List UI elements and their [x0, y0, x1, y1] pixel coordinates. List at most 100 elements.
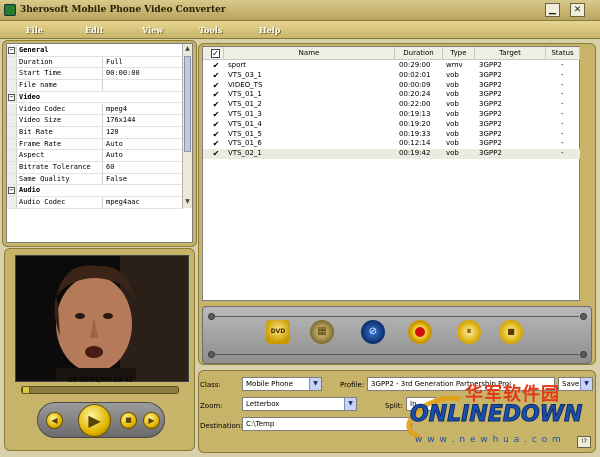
scroll-down-icon[interactable]: ▼: [183, 197, 192, 207]
row-checkbox[interactable]: ✔: [212, 130, 220, 139]
strip-rivet-icon: [208, 351, 215, 358]
output-settings: Class: Mobile Phone ▼ Profile: 3GPP2 - 3…: [198, 370, 596, 453]
cell-name: VTS_01_6: [228, 139, 262, 148]
header-target[interactable]: Target: [475, 47, 546, 60]
cell-target: 3GPP2: [479, 110, 502, 118]
class-select[interactable]: Mobile Phone ▼: [242, 377, 322, 391]
chevron-down-icon[interactable]: ▼: [580, 378, 592, 390]
row-checkbox[interactable]: ✔: [212, 91, 220, 99]
property-grid: − General Duration Full Start Time 00:00…: [6, 43, 193, 243]
cell-target: 3GPP2: [479, 100, 502, 109]
class-label: Class:: [200, 381, 221, 389]
stop-button[interactable]: ■: [120, 412, 137, 429]
cell-type: wmv: [446, 61, 463, 69]
select-all-checkbox[interactable]: ✓: [211, 49, 220, 58]
cell-status: -: [561, 61, 564, 69]
next-button[interactable]: ▶: [143, 412, 160, 429]
header-duration[interactable]: Duration: [395, 47, 443, 60]
load-dvd-button[interactable]: DVD: [266, 320, 290, 344]
add-video-button[interactable]: ▦: [310, 320, 334, 344]
cell-target: 3GPP2: [479, 61, 502, 69]
menu-file[interactable]: File: [26, 25, 43, 35]
table-row[interactable]: ✔ VTS_01_2 00:22:00 vob 3GPP2 -: [203, 100, 580, 110]
zoom-select[interactable]: Letterbox ▼: [242, 397, 357, 411]
category-video[interactable]: − Video: [7, 91, 183, 104]
profile-label: Profile:: [340, 381, 365, 389]
seek-thumb[interactable]: [22, 386, 30, 394]
row-checkbox[interactable]: ✔: [212, 120, 220, 129]
menu-tools[interactable]: Tools: [199, 25, 222, 35]
row-checkbox[interactable]: ✔: [212, 111, 220, 119]
prop-audio-codec[interactable]: Audio Codec mpeg4aac: [7, 197, 183, 209]
property-scrollbar[interactable]: ▲ ▼: [182, 44, 192, 208]
row-checkbox[interactable]: ✔: [212, 81, 220, 90]
cell-name: sport: [228, 61, 246, 69]
table-row[interactable]: ✔ VTS_01_4 00:19:20 vob 3GPP2 -: [203, 120, 580, 130]
row-checkbox[interactable]: ✔: [212, 71, 220, 80]
cell-target: 3GPP2: [479, 80, 502, 89]
chevron-down-icon[interactable]: ▼: [309, 378, 321, 390]
destination-input[interactable]: C:\Temp: [242, 417, 412, 431]
minimize-button[interactable]: ▁: [545, 3, 560, 17]
cell-duration: 00:02:01: [399, 70, 431, 79]
cell-name: VTS_01_3: [228, 110, 262, 118]
category-general[interactable]: − General: [7, 45, 183, 57]
cell-name: VTS_01_5: [228, 129, 262, 138]
header-name[interactable]: Name: [224, 47, 395, 60]
split-label: Split:: [385, 402, 403, 410]
prop-duration[interactable]: Duration Full: [7, 56, 183, 69]
header-status[interactable]: Status: [546, 47, 580, 60]
cell-status: -: [561, 90, 564, 99]
prop-video-codec[interactable]: Video Codec mpeg4: [7, 103, 183, 116]
table-row[interactable]: ✔ VTS_01_6 00:12:14 vob 3GPP2 -: [203, 139, 580, 149]
collapse-icon[interactable]: −: [8, 93, 15, 101]
help-button[interactable]: !?: [577, 436, 591, 448]
prop-same-quality[interactable]: Same Quality False: [7, 173, 183, 186]
play-button[interactable]: ▶: [78, 404, 111, 437]
remove-button[interactable]: ⊘: [361, 320, 385, 344]
prop-file-name[interactable]: File name: [7, 80, 183, 92]
cell-status: -: [561, 80, 564, 89]
chevron-down-icon[interactable]: ▼: [344, 398, 356, 410]
destination-label: Destination:: [200, 422, 243, 430]
prop-aspect[interactable]: Aspect Auto: [7, 150, 183, 162]
prop-bitrate-tolerance[interactable]: Bitrate Tolerance 60: [7, 162, 183, 174]
profile-select[interactable]: 3GPP2 - 3rd Generation Partnership Proj: [367, 377, 555, 391]
table-row[interactable]: ✔ VTS_01_1 00:20:24 vob 3GPP2 -: [203, 90, 580, 100]
table-row[interactable]: ✔ VTS_01_5 00:19:33 vob 3GPP2 -: [203, 130, 580, 140]
collapse-icon[interactable]: −: [8, 47, 15, 54]
stop-convert-button[interactable]: ■: [499, 320, 523, 344]
row-checkbox[interactable]: ✔: [212, 140, 220, 148]
table-row[interactable]: ✔ VTS_02_1 00:19:42 vob 3GPP2 -: [203, 149, 580, 159]
table-row[interactable]: ✔ VIDEO_TS 00:00:09 vob 3GPP2 -: [203, 81, 580, 91]
file-list-frame: ✓ Name Duration Type Target Status ✔ spor…: [198, 43, 596, 365]
header-check-column[interactable]: ✓: [203, 47, 224, 60]
collapse-icon[interactable]: −: [8, 187, 15, 195]
prop-frame-rate[interactable]: Frame Rate Auto: [7, 138, 183, 151]
split-input[interactable]: In: [406, 397, 436, 411]
table-row[interactable]: ✔ VTS_01_3 00:19:13 vob 3GPP2 -: [203, 110, 580, 120]
scroll-up-icon[interactable]: ▲: [183, 44, 192, 54]
seek-bar[interactable]: [21, 386, 179, 394]
close-button[interactable]: ✕: [570, 3, 585, 17]
row-checkbox[interactable]: ✔: [212, 62, 220, 70]
save-as-select[interactable]: Save As ▼: [558, 377, 593, 391]
previous-button[interactable]: ◀: [46, 412, 63, 429]
menu-view[interactable]: View: [142, 25, 163, 35]
menu-edit[interactable]: Edit: [85, 25, 103, 35]
table-row[interactable]: ✔ VTS_03_1 00:02:01 vob 3GPP2 -: [203, 71, 580, 81]
dvd-icon: DVD: [270, 328, 286, 335]
prop-video-size[interactable]: Video Size 176x144: [7, 115, 183, 127]
row-checkbox[interactable]: ✔: [212, 101, 220, 109]
table-row[interactable]: ✔ sport 00:29:00 wmv 3GPP2 -: [203, 61, 580, 71]
pause-button[interactable]: ⏸: [457, 320, 481, 344]
prop-start-time[interactable]: Start Time 00:00:00: [7, 68, 183, 81]
prop-bit-rate[interactable]: Bit Rate 120: [7, 126, 183, 139]
window-title: 3herosoft Mobile Phone Video Converter: [20, 5, 226, 15]
convert-button[interactable]: [408, 320, 432, 344]
header-type[interactable]: Type: [443, 47, 475, 60]
row-checkbox[interactable]: ✔: [212, 150, 220, 158]
menu-help[interactable]: Help: [259, 25, 280, 35]
category-audio[interactable]: − Audio: [7, 185, 183, 198]
scroll-thumb[interactable]: [184, 56, 191, 152]
